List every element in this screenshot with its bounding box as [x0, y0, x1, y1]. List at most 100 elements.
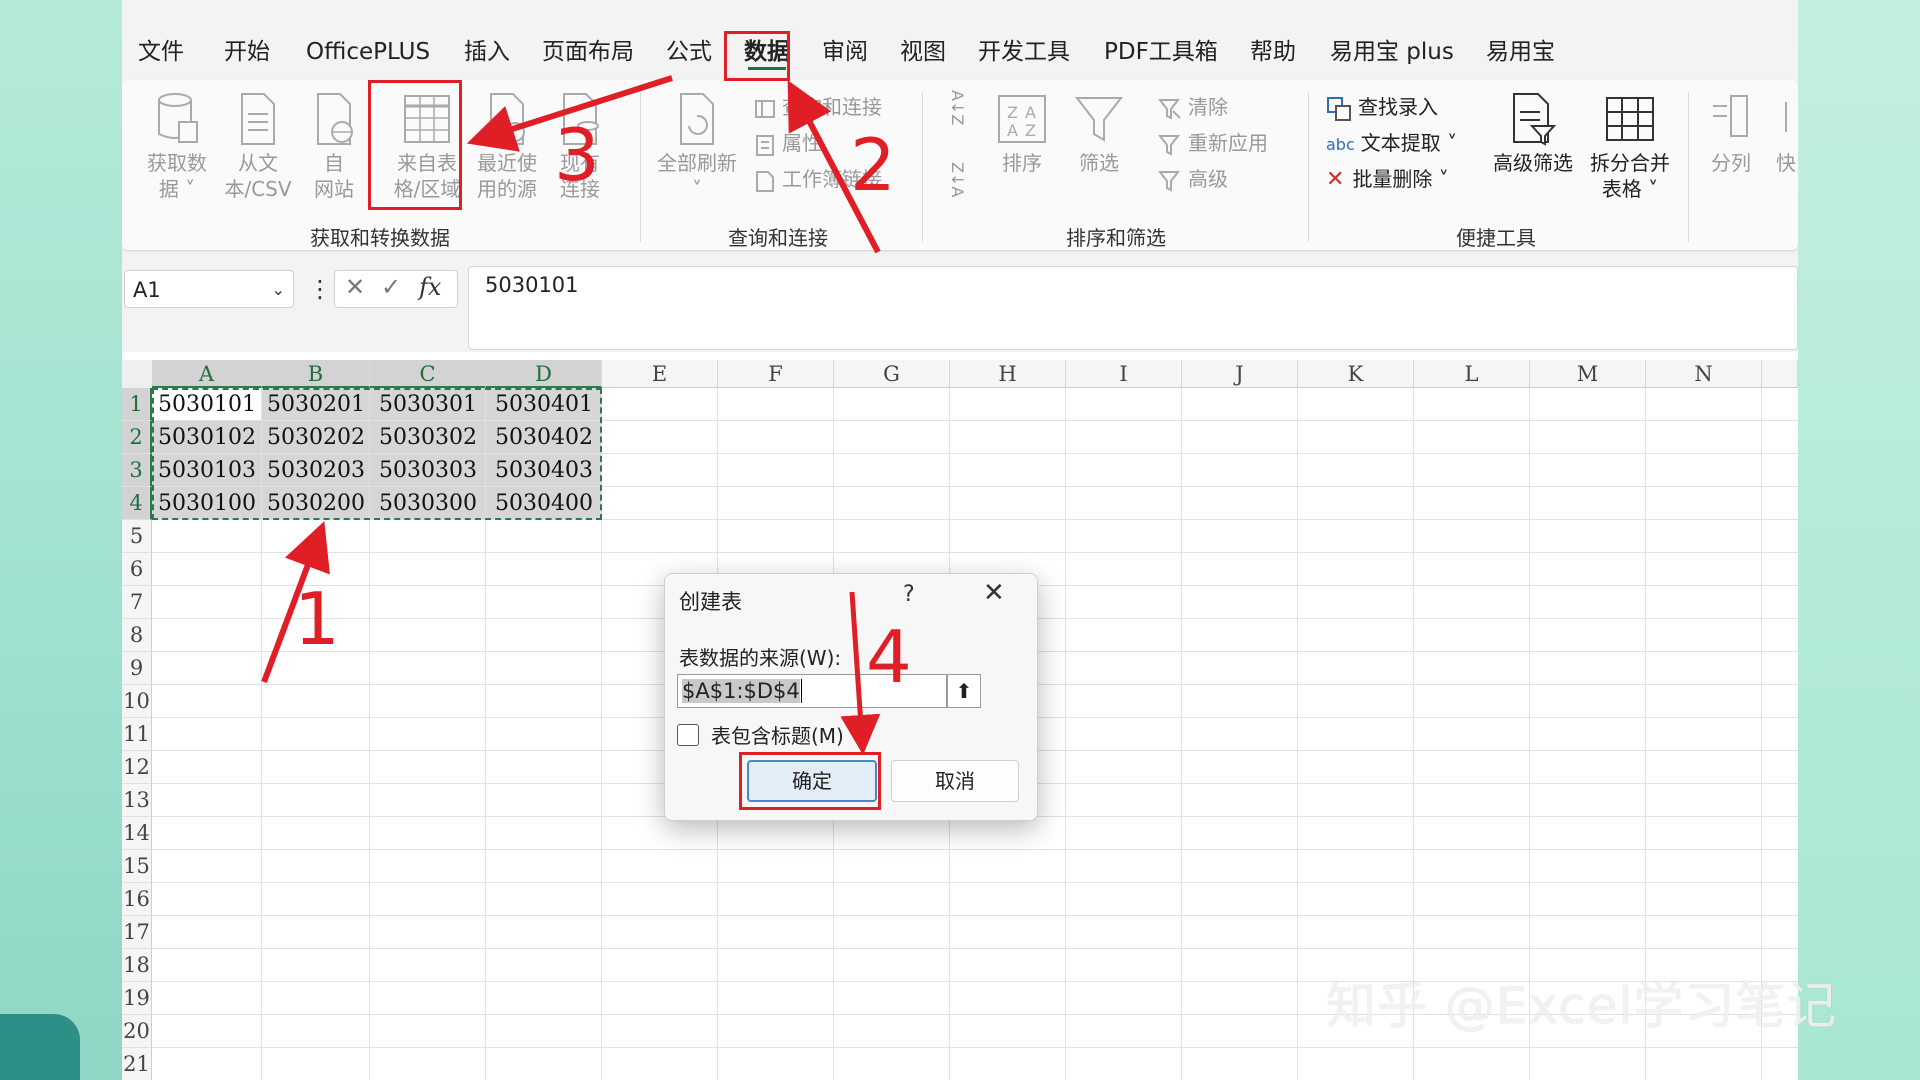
from-text-csv-label: 从文 本/CSV — [224, 151, 292, 201]
sort-descending-button[interactable]: Z↓A — [942, 162, 972, 197]
row-header-2[interactable]: 2 — [122, 421, 152, 454]
properties-button[interactable]: 属性 — [754, 128, 822, 158]
queries-connections-button[interactable]: 查询和连接 — [754, 92, 882, 122]
existing-connections-button[interactable]: 现有 连接 — [548, 92, 612, 202]
column-header-M[interactable]: M — [1530, 360, 1646, 388]
column-header-K[interactable]: K — [1298, 360, 1414, 388]
cancel-button[interactable]: 取消 — [891, 760, 1019, 802]
row-header-9[interactable]: 9 — [122, 652, 152, 685]
sort-button[interactable]: ZAAZ 排序 — [992, 92, 1052, 176]
column-header-C[interactable]: C — [370, 360, 486, 388]
column-header-N[interactable]: N — [1646, 360, 1762, 388]
from-web-button[interactable]: 自 网站 — [302, 92, 366, 202]
column-header-H[interactable]: H — [950, 360, 1066, 388]
refresh-all-button[interactable]: 全部刷新 ˅ — [652, 92, 742, 202]
close-icon[interactable]: ✕ — [983, 578, 1005, 608]
help-icon[interactable]: ? — [903, 582, 915, 607]
menu-home[interactable]: 开始 — [224, 32, 270, 72]
more-options-icon[interactable]: ⋮ — [308, 270, 332, 308]
cancel-entry-icon[interactable]: ✕ — [345, 273, 365, 301]
split-merge-button[interactable]: 拆分合并 表格 ˅ — [1582, 92, 1678, 202]
formula-input[interactable]: 5030101 — [468, 266, 1798, 350]
reapply-button[interactable]: 重新应用 — [1158, 128, 1268, 158]
row-header-11[interactable]: 11 — [122, 718, 152, 751]
menu-pdf-tools[interactable]: PDF工具箱 — [1104, 32, 1218, 72]
menu-insert[interactable]: 插入 — [464, 32, 510, 72]
confirm-entry-icon[interactable]: ✓ — [381, 273, 401, 301]
row-header-3[interactable]: 3 — [122, 454, 152, 487]
filter-button[interactable]: 筛选 — [1068, 92, 1130, 176]
name-box[interactable]: A1 ⌄ — [124, 270, 294, 308]
column-header-D[interactable]: D — [486, 360, 602, 388]
function-icon[interactable]: fx — [419, 273, 441, 301]
row-header-8[interactable]: 8 — [122, 619, 152, 652]
quick-fill-button[interactable]: 快 — [1774, 92, 1798, 176]
chevron-down-icon[interactable]: ⌄ — [272, 271, 285, 309]
group-label-get-transform: 获取和转换数据 — [310, 226, 450, 250]
svg-text:A: A — [1025, 103, 1036, 122]
advanced-filter-small-button[interactable]: 高级 — [1158, 164, 1228, 194]
get-data-button[interactable]: 获取数 据 ˅ — [142, 92, 212, 202]
menu-review[interactable]: 审阅 — [822, 32, 868, 72]
column-header-J[interactable]: J — [1182, 360, 1298, 388]
column-header-L[interactable]: L — [1414, 360, 1530, 388]
clear-filter-button[interactable]: 清除 — [1158, 92, 1228, 122]
collapse-dialog-icon[interactable]: ⬆ — [947, 674, 981, 708]
text-extract-button[interactable]: abc 文本提取 ˅ — [1326, 128, 1457, 158]
column-header-E[interactable]: E — [602, 360, 718, 388]
menu-easy[interactable]: 易用宝 — [1486, 32, 1555, 72]
sort-label: 排序 — [1002, 151, 1042, 175]
row-gridline — [152, 882, 1798, 883]
row-header-14[interactable]: 14 — [122, 817, 152, 850]
from-text-csv-button[interactable]: 从文 本/CSV — [218, 92, 298, 202]
text-extract-label: 文本提取 ˅ — [1360, 131, 1458, 155]
column-header-A[interactable]: A — [152, 360, 262, 388]
row-gridline — [152, 1047, 1798, 1048]
row-header-1[interactable]: 1 — [122, 388, 152, 421]
column-header-F[interactable]: F — [718, 360, 834, 388]
split-column-label: 分列 — [1711, 151, 1751, 175]
row-header-6[interactable]: 6 — [122, 553, 152, 586]
row-header-15[interactable]: 15 — [122, 850, 152, 883]
column-header-B[interactable]: B — [262, 360, 370, 388]
name-box-value: A1 — [133, 278, 161, 302]
menu-easy-plus[interactable]: 易用宝 plus — [1330, 32, 1454, 72]
source-range-input[interactable]: $A$1:$D$4 — [677, 674, 947, 708]
filter-label: 筛选 — [1079, 151, 1119, 175]
row-header-19[interactable]: 19 — [122, 982, 152, 1015]
row-header-16[interactable]: 16 — [122, 883, 152, 916]
menu-file[interactable]: 文件 — [138, 32, 184, 72]
select-all-corner[interactable] — [122, 360, 153, 389]
menu-view[interactable]: 视图 — [900, 32, 946, 72]
sort-ascending-button[interactable]: A↓Z — [942, 90, 972, 125]
advanced-filter-button[interactable]: 高级筛选 — [1488, 92, 1578, 176]
menu-help[interactable]: 帮助 — [1250, 32, 1296, 72]
split-column-button[interactable]: 分列 — [1706, 92, 1756, 176]
row-header-18[interactable]: 18 — [122, 949, 152, 982]
row-header-4[interactable]: 4 — [122, 487, 152, 520]
menu-officeplus[interactable]: OfficePLUS — [306, 32, 430, 72]
batch-delete-button[interactable]: ✕ 批量删除 ˅ — [1326, 164, 1449, 194]
reapply-icon — [1158, 134, 1181, 156]
row-header-7[interactable]: 7 — [122, 586, 152, 619]
row-header-13[interactable]: 13 — [122, 784, 152, 817]
lookup-entry-label: 查找录入 — [1358, 95, 1438, 119]
sort-ascending-icon: A↓Z — [948, 90, 967, 126]
column-header-I[interactable]: I — [1066, 360, 1182, 388]
menu-developer[interactable]: 开发工具 — [978, 32, 1070, 72]
column-gridline — [1065, 388, 1066, 1080]
row-header-12[interactable]: 12 — [122, 751, 152, 784]
column-header-G[interactable]: G — [834, 360, 950, 388]
row-header-20[interactable]: 20 — [122, 1015, 152, 1048]
menu-page-layout[interactable]: 页面布局 — [542, 32, 634, 72]
has-headers-checkbox[interactable] — [677, 724, 699, 746]
row-header-10[interactable]: 10 — [122, 685, 152, 718]
row-header-21[interactable]: 21 — [122, 1048, 152, 1080]
formula-bar: A1 ⌄ ⋮ ✕ ✓ fx 5030101 — [122, 256, 1798, 352]
menu-formulas[interactable]: 公式 — [666, 32, 712, 72]
recent-sources-button[interactable]: 最近使 用的源 — [472, 92, 542, 202]
workbook-links-button[interactable]: 工作簿链接 — [754, 164, 882, 194]
lookup-entry-button[interactable]: 查找录入 — [1326, 92, 1438, 122]
row-header-5[interactable]: 5 — [122, 520, 152, 553]
row-header-17[interactable]: 17 — [122, 916, 152, 949]
